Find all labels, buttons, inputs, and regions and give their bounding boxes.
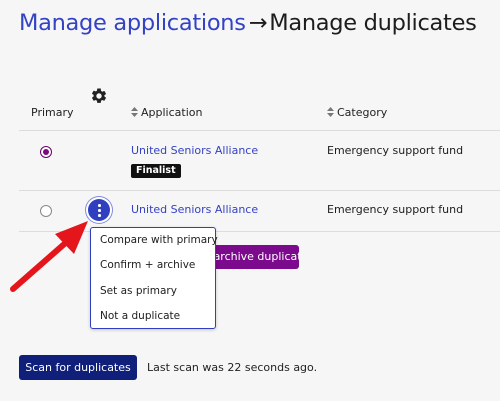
annotation-arrow-icon bbox=[10, 221, 88, 292]
